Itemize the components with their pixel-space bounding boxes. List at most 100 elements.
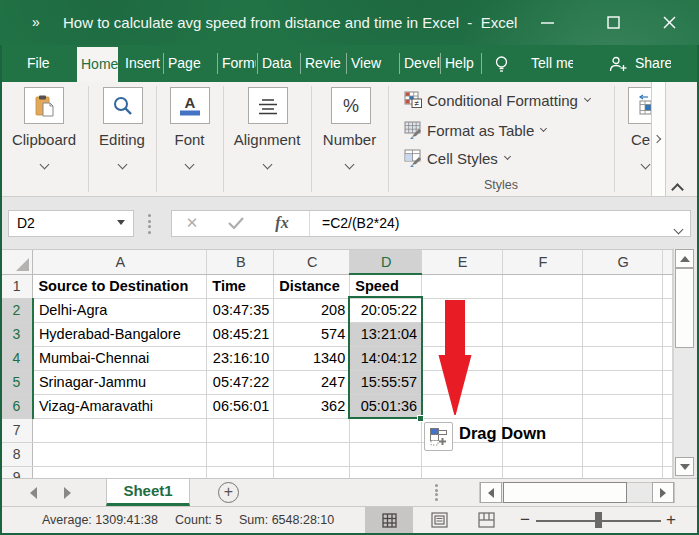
share-button[interactable]: Share xyxy=(631,45,671,82)
cell-f8[interactable] xyxy=(502,442,583,466)
page-layout-view-button[interactable] xyxy=(420,507,458,533)
minimize-button[interactable] xyxy=(525,0,569,45)
new-sheet-button[interactable]: + xyxy=(218,482,239,503)
tab-help[interactable]: Help xyxy=(441,45,480,82)
cell-c8[interactable] xyxy=(274,442,350,466)
cell-c1[interactable]: Distance xyxy=(274,274,350,298)
row-header-7[interactable]: 7 xyxy=(0,418,33,442)
row-header-2[interactable]: 2 xyxy=(0,298,33,322)
cell-g5[interactable] xyxy=(583,370,663,394)
row-header-3[interactable]: 3 xyxy=(0,322,33,346)
cell-g7[interactable] xyxy=(583,418,663,442)
fill-handle[interactable] xyxy=(417,415,424,422)
conditional-formatting-button[interactable]: ≠ Conditional Formatting xyxy=(404,91,590,109)
font-group-button[interactable]: A xyxy=(170,87,210,124)
cell-b7[interactable] xyxy=(207,418,274,442)
name-box-dropdown-icon[interactable] xyxy=(117,220,125,225)
tab-insert[interactable]: Insert xyxy=(121,45,163,82)
tab-file[interactable]: File xyxy=(20,45,56,82)
cell-g2[interactable] xyxy=(583,298,663,322)
zoom-slider-thumb[interactable] xyxy=(595,512,602,528)
cell-f6[interactable] xyxy=(502,394,583,418)
tell-me-box[interactable]: Tell me xyxy=(527,45,573,82)
formula-bar-splitter[interactable] xyxy=(148,214,152,234)
auto-fill-options-button[interactable] xyxy=(424,422,453,451)
cell-f4[interactable] xyxy=(502,346,583,370)
formula-bar-expand-icon[interactable] xyxy=(675,219,682,237)
cell-f2[interactable] xyxy=(502,298,583,322)
name-box[interactable]: D2 xyxy=(8,210,134,237)
cell-c9[interactable] xyxy=(274,466,350,478)
cell-b3[interactable]: 08:45:21 xyxy=(207,322,274,346)
cell-g4[interactable] xyxy=(583,346,663,370)
cell-g6[interactable] xyxy=(583,394,663,418)
number-group-button[interactable]: % xyxy=(331,87,371,124)
cell-styles-button[interactable]: Cell Styles xyxy=(404,149,510,167)
cell-e9[interactable] xyxy=(422,466,503,478)
tab-view[interactable]: View xyxy=(347,45,398,82)
column-header-b[interactable]: B xyxy=(207,250,274,274)
vertical-scroll-thumb[interactable] xyxy=(675,268,694,348)
collapse-ribbon-button[interactable] xyxy=(670,180,690,194)
row-header-8[interactable]: 8 xyxy=(0,442,33,466)
scroll-right-button[interactable] xyxy=(652,482,674,503)
cell-b5[interactable]: 05:47:22 xyxy=(207,370,274,394)
format-as-table-button[interactable]: Format as Table xyxy=(404,121,546,139)
tab-review[interactable]: Revie xyxy=(301,45,345,82)
cell-d7[interactable] xyxy=(350,418,422,442)
cells-group-button[interactable] xyxy=(628,87,651,124)
column-header-f[interactable]: F xyxy=(502,250,583,274)
select-all-corner[interactable] xyxy=(0,250,33,274)
cell-b6[interactable]: 06:56:01 xyxy=(207,394,274,418)
vertical-scrollbar[interactable] xyxy=(673,248,697,478)
zoom-out-button[interactable]: − xyxy=(517,511,533,529)
tab-developer[interactable]: Devel xyxy=(400,45,440,82)
tab-data[interactable]: Data xyxy=(258,45,300,82)
scroll-left-button[interactable] xyxy=(480,482,502,503)
page-break-preview-button[interactable] xyxy=(467,507,505,533)
cell-a9[interactable] xyxy=(33,466,207,478)
enter-check-icon[interactable] xyxy=(226,212,246,234)
cell-d9[interactable] xyxy=(350,466,422,478)
cell-a8[interactable] xyxy=(33,442,207,466)
normal-view-button[interactable] xyxy=(365,507,413,533)
quick-access-toolbar-icon[interactable]: » xyxy=(26,9,46,35)
cell-c4[interactable]: 1340 xyxy=(274,346,350,370)
cell-b2[interactable]: 03:47:35 xyxy=(207,298,274,322)
cell-f5[interactable] xyxy=(502,370,583,394)
column-header-d[interactable]: D xyxy=(350,250,422,274)
cell-b1[interactable]: Time xyxy=(207,274,274,298)
column-header-a[interactable]: A xyxy=(33,250,207,274)
cell-c3[interactable]: 574 xyxy=(274,322,350,346)
row-header-5[interactable]: 5 xyxy=(0,370,33,394)
cancel-icon[interactable]: ✕ xyxy=(182,212,202,234)
cell-c5[interactable]: 247 xyxy=(274,370,350,394)
column-header-c[interactable]: C xyxy=(274,250,350,274)
cell-a3[interactable]: Hyderabad-Bangalore xyxy=(33,322,207,346)
cell-f3[interactable] xyxy=(502,322,583,346)
tab-page-layout[interactable]: Page xyxy=(164,45,216,82)
cell-a4[interactable]: Mumbai-Chennai xyxy=(33,346,207,370)
column-header-e[interactable]: E xyxy=(422,250,503,274)
cell-d1[interactable]: Speed xyxy=(350,274,422,298)
cell-f1[interactable] xyxy=(502,274,583,298)
sheet-nav-right-icon[interactable] xyxy=(64,487,71,499)
cell-c6[interactable]: 362 xyxy=(274,394,350,418)
tab-home[interactable]: Home xyxy=(77,47,118,82)
cell-f9[interactable] xyxy=(502,466,583,478)
cell-a6[interactable]: Vizag-Amaravathi xyxy=(33,394,207,418)
tab-scrollbar-splitter[interactable] xyxy=(435,484,439,501)
column-header-g[interactable]: G xyxy=(583,250,663,274)
cell-g3[interactable] xyxy=(583,322,663,346)
cell-g1[interactable] xyxy=(583,274,663,298)
cell-b9[interactable] xyxy=(207,466,274,478)
ribbon-scroll-right-button[interactable] xyxy=(651,82,666,196)
editing-group-button[interactable] xyxy=(103,87,143,124)
scroll-up-button[interactable] xyxy=(675,249,694,268)
cell-d8[interactable] xyxy=(350,442,422,466)
sheet-tab-sheet1[interactable]: Sheet1 xyxy=(106,479,190,506)
cell-a2[interactable]: Delhi-Agra xyxy=(33,298,207,322)
cell-a5[interactable]: Srinagar-Jammu xyxy=(33,370,207,394)
row-header-4[interactable]: 4 xyxy=(0,346,33,370)
row-header-1[interactable]: 1 xyxy=(0,274,33,298)
